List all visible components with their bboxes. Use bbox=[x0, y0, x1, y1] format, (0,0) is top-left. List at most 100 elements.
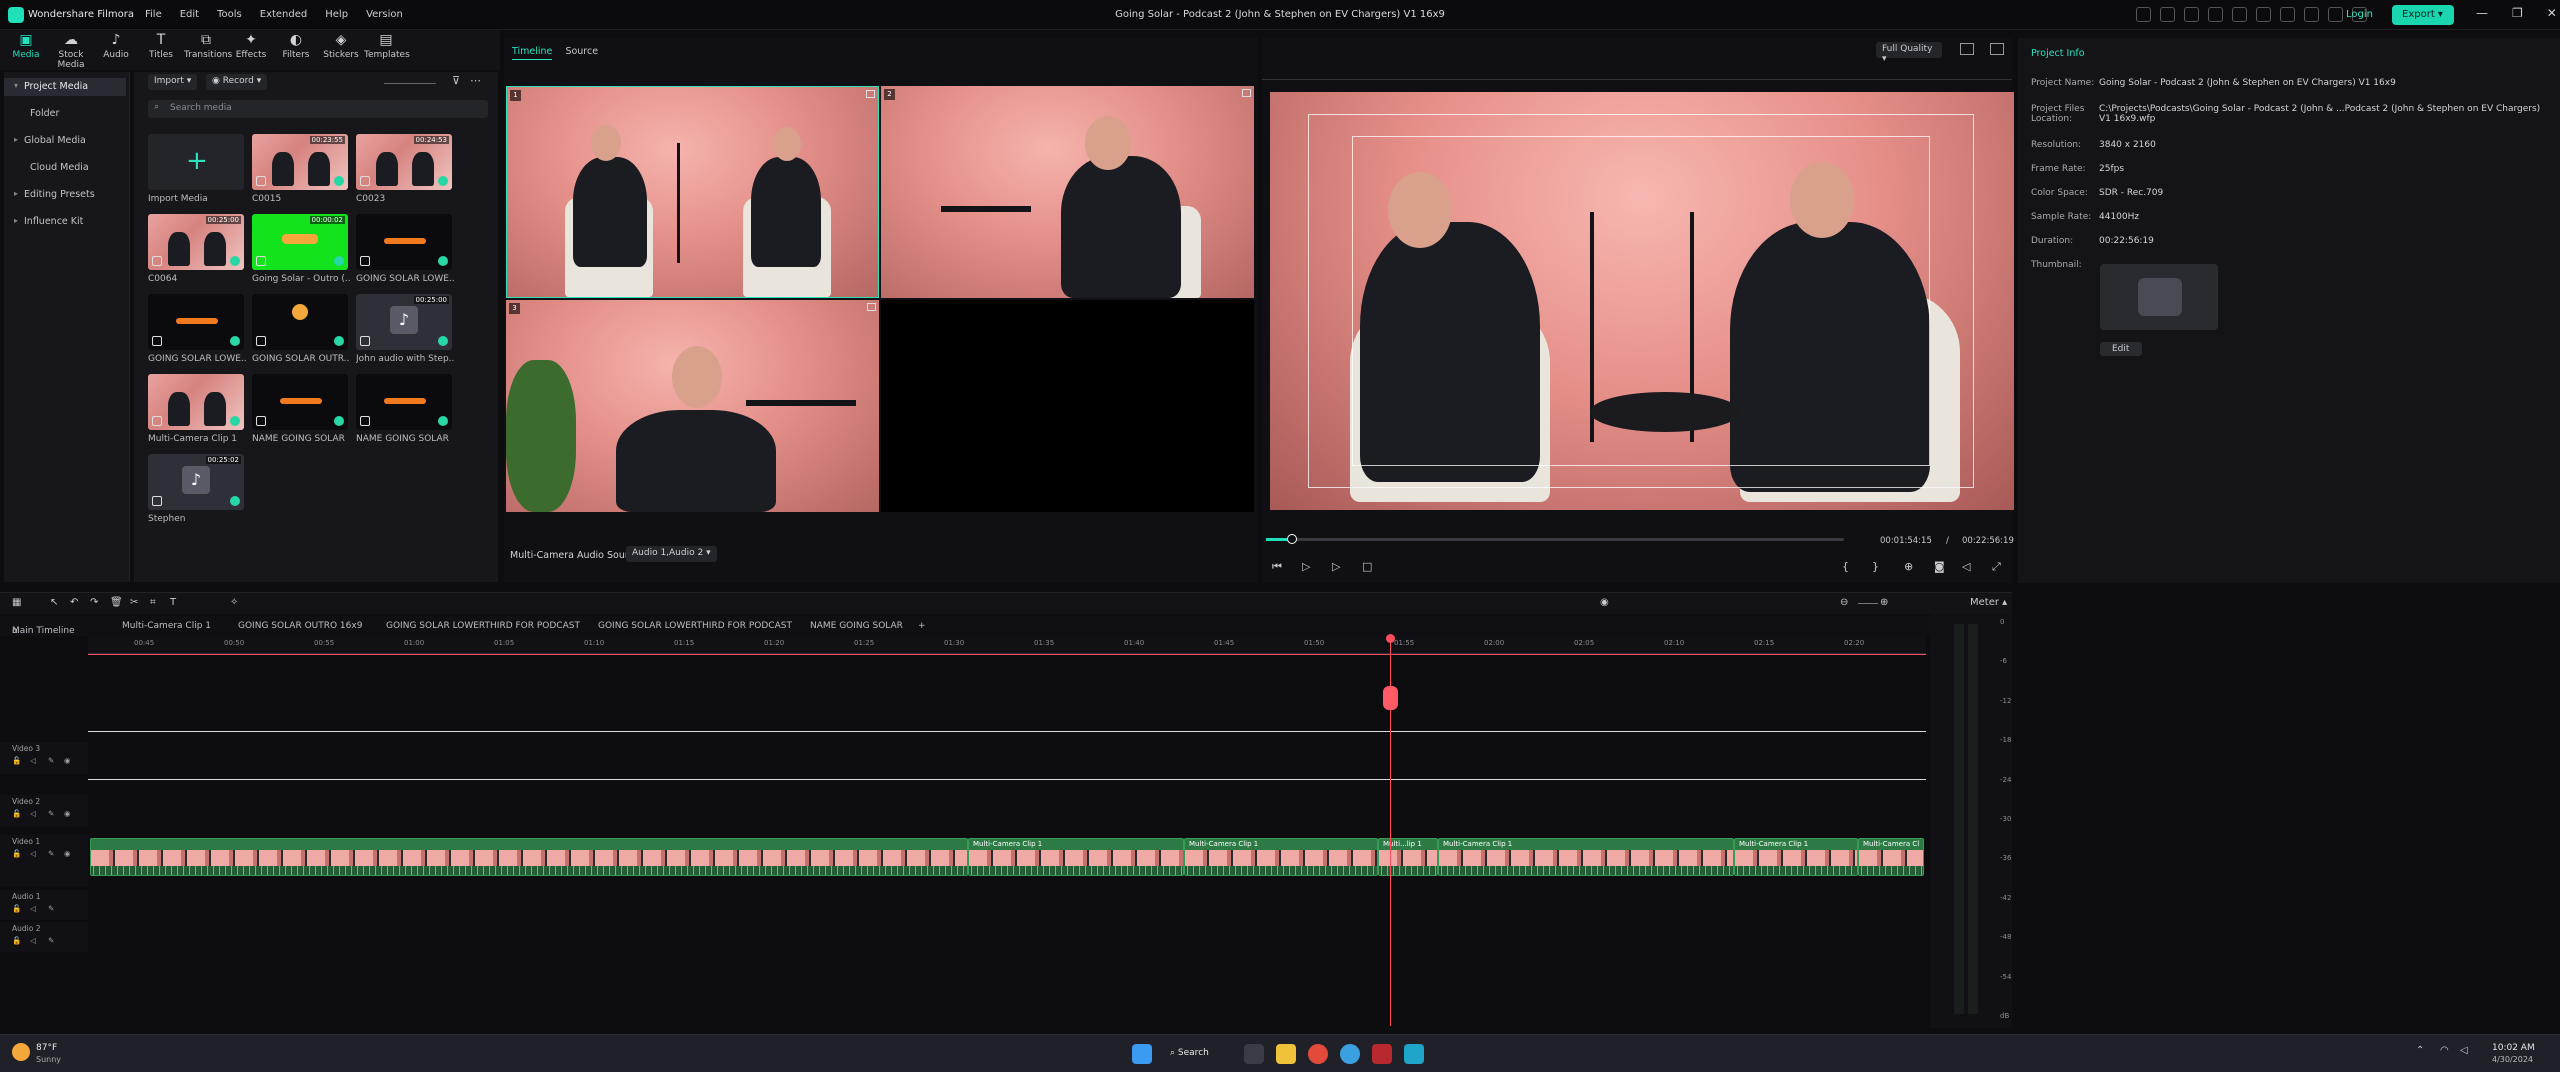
filmora-taskbar-icon[interactable] bbox=[1404, 1044, 1424, 1064]
zoom-out-icon[interactable]: ⊖ bbox=[1840, 597, 1848, 608]
media-tile[interactable]: 00:25:00 bbox=[148, 214, 244, 270]
camera-angle-3[interactable]: 3 bbox=[506, 300, 879, 512]
tool-titles[interactable]: T Titles bbox=[139, 32, 183, 66]
track-eye-icon[interactable]: ◉ bbox=[64, 809, 71, 818]
menu-tools[interactable]: Tools bbox=[208, 9, 251, 20]
mark-out-icon[interactable]: } bbox=[1872, 560, 1879, 573]
snapshot-icon[interactable] bbox=[1990, 43, 2004, 55]
media-tile[interactable] bbox=[148, 294, 244, 350]
track-mute-icon[interactable]: ◁ bbox=[30, 809, 36, 818]
track-mute-icon[interactable]: ◁ bbox=[30, 849, 36, 858]
media-tile[interactable]: ♪ 00:25:00 bbox=[356, 294, 452, 350]
export-button[interactable]: Export ▾ bbox=[2392, 5, 2454, 25]
tab-multicam-clip[interactable]: Multi-Camera Clip 1 bbox=[122, 621, 211, 631]
file-explorer-icon[interactable] bbox=[1276, 1044, 1296, 1064]
close-icon[interactable]: ✕ bbox=[2547, 6, 2557, 20]
step-back-icon[interactable]: ▷ bbox=[1302, 560, 1310, 573]
import-media-tile[interactable]: + bbox=[148, 134, 244, 190]
select-tool-icon[interactable]: ↖ bbox=[50, 597, 58, 608]
speaker-icon[interactable]: ◁ bbox=[2460, 1045, 2468, 1056]
tool-filters[interactable]: ◐ Filters bbox=[274, 32, 318, 66]
search-input[interactable]: ⌕ Search media bbox=[148, 100, 488, 118]
maximize-icon[interactable]: ❐ bbox=[2512, 6, 2523, 20]
timeline-clip[interactable]: Multi-Camera Cl bbox=[1858, 838, 1924, 876]
track-edit-icon[interactable]: ✎ bbox=[48, 756, 54, 765]
media-tile[interactable] bbox=[252, 294, 348, 350]
delete-icon[interactable]: 🗑 bbox=[110, 597, 123, 608]
audio-source-select[interactable]: Audio 1,Audio 2 ▾ bbox=[626, 546, 717, 562]
support-icon[interactable] bbox=[2280, 7, 2295, 22]
tool-transitions[interactable]: ⧉ Transitions bbox=[184, 32, 232, 66]
timeline-ruler[interactable]: 00:45 00:50 00:55 01:00 01:05 01:10 01:15 01:20… bbox=[88, 636, 1926, 654]
play-icon[interactable]: ▷ bbox=[1332, 560, 1340, 573]
image-icon[interactable] bbox=[2232, 7, 2247, 22]
track-mute-icon[interactable]: ◁ bbox=[30, 936, 36, 945]
timeline-clip[interactable]: Multi-Camera Clip 1 bbox=[1734, 838, 1858, 876]
minimize-icon[interactable]: — bbox=[2476, 6, 2488, 20]
media-tile[interactable]: 00:00:02 bbox=[252, 214, 348, 270]
media-tile[interactable] bbox=[356, 374, 452, 430]
tool-effects[interactable]: ✦ Effects bbox=[229, 32, 273, 66]
track-edit-icon[interactable]: ✎ bbox=[48, 904, 54, 913]
playhead-handle[interactable] bbox=[1383, 686, 1398, 710]
track-lock-icon[interactable]: 🔓 bbox=[12, 904, 21, 913]
grid-menu-icon[interactable]: ▦ bbox=[12, 597, 21, 608]
gift-icon[interactable] bbox=[2136, 7, 2151, 22]
track-eye-icon[interactable]: ◉ bbox=[64, 849, 71, 858]
camera-angle-1[interactable]: 1 bbox=[506, 86, 879, 298]
track-lock-icon[interactable]: 🔓 bbox=[12, 849, 21, 858]
timeline-clip[interactable]: Multi-Camera Clip 1 bbox=[1438, 838, 1734, 876]
tool-templates[interactable]: ▤ Templates bbox=[364, 32, 410, 66]
preview-canvas[interactable] bbox=[1270, 92, 2014, 510]
more-icon[interactable]: ⋯ bbox=[470, 74, 481, 87]
timeline-clip[interactable]: Multi-Camera Clip 1 bbox=[1184, 838, 1378, 876]
timeline-clip[interactable]: Multi...lip 1 bbox=[1378, 838, 1438, 876]
project-thumbnail[interactable] bbox=[2100, 264, 2218, 330]
quality-select[interactable]: Full Quality ▾ bbox=[1876, 42, 1942, 64]
track-edit-icon[interactable]: ✎ bbox=[48, 936, 54, 945]
playhead-top[interactable] bbox=[1386, 634, 1395, 643]
track-lock-icon[interactable]: 🔓 bbox=[12, 809, 21, 818]
media-tile[interactable] bbox=[252, 374, 348, 430]
menu-extended[interactable]: Extended bbox=[251, 9, 317, 20]
crop-icon[interactable]: ⌗ bbox=[150, 597, 156, 608]
media-tile[interactable] bbox=[148, 374, 244, 430]
media-tile[interactable]: 00:23:55 bbox=[252, 134, 348, 190]
tab-outro[interactable]: GOING SOLAR OUTRO 16x9 bbox=[238, 621, 362, 631]
tray-chevron-icon[interactable]: ⌃ bbox=[2416, 1045, 2424, 1056]
redo-icon[interactable]: ↷ bbox=[90, 597, 98, 608]
ai-tool-icon[interactable]: ✧ bbox=[230, 597, 238, 608]
tab-timeline[interactable]: Timeline bbox=[512, 46, 553, 60]
edit-thumbnail-button[interactable]: Edit bbox=[2100, 342, 2142, 356]
media-tile[interactable]: ♪ 00:25:02 bbox=[148, 454, 244, 510]
meter-toggle[interactable]: Meter ▴ bbox=[1970, 597, 2007, 608]
menu-help[interactable]: Help bbox=[316, 9, 357, 20]
cloud-icon[interactable] bbox=[2304, 7, 2319, 22]
record-button[interactable]: ◉ Record ▾ bbox=[206, 74, 268, 90]
timeline-zoom-slider[interactable] bbox=[1858, 603, 1878, 604]
tab-lowerthird-2[interactable]: GOING SOLAR LOWERTHIRD FOR PODCAST bbox=[598, 621, 792, 631]
add-tab-icon[interactable]: + bbox=[918, 621, 926, 631]
camera-snapshot-icon[interactable]: ◙ bbox=[1934, 560, 1945, 573]
menu-edit[interactable]: Edit bbox=[171, 9, 208, 20]
timeline-clip[interactable]: Multi-Camera Clip 1 bbox=[968, 838, 1184, 876]
camera-angle-2[interactable]: 2 bbox=[881, 86, 1254, 298]
stop-icon[interactable]: □ bbox=[1362, 560, 1372, 573]
sidebar-item-influence-kit[interactable]: ▸ Influence Kit bbox=[4, 213, 126, 231]
scrubber-handle[interactable] bbox=[1287, 534, 1297, 544]
tool-stickers[interactable]: ◈ Stickers bbox=[319, 32, 363, 66]
zoom-in-icon[interactable]: ⊕ bbox=[1880, 597, 1888, 608]
chrome-icon[interactable] bbox=[1308, 1044, 1328, 1064]
render-icon[interactable]: ◉ bbox=[1600, 597, 1609, 608]
send-icon[interactable] bbox=[2160, 7, 2175, 22]
tab-name[interactable]: NAME GOING SOLAR bbox=[810, 621, 903, 631]
display-icon[interactable] bbox=[1960, 43, 1974, 55]
weather-temp[interactable]: 87°F bbox=[36, 1043, 57, 1053]
tab-source[interactable]: Source bbox=[565, 46, 598, 57]
sidebar-item-cloud-media[interactable]: Cloud Media bbox=[10, 159, 132, 177]
clock-time[interactable]: 10:02 AM bbox=[2492, 1043, 2535, 1053]
template-icon[interactable] bbox=[2208, 7, 2223, 22]
track-lock-icon[interactable]: 🔓 bbox=[12, 756, 21, 765]
track-mute-icon[interactable]: ◁ bbox=[30, 904, 36, 913]
import-button[interactable]: Import ▾ bbox=[148, 74, 198, 90]
